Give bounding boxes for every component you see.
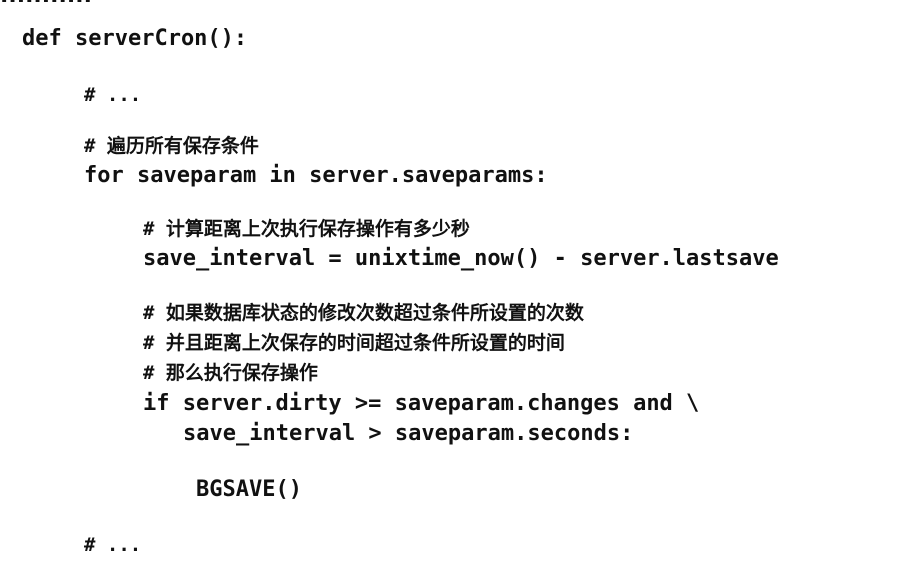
code-line-comment: # 遍历所有保存条件	[84, 135, 259, 157]
code-line-comment: # ...	[84, 534, 142, 556]
code-line-comment: # 计算距离上次执行保存操作有多少秒	[143, 218, 470, 240]
code-line-def: def serverCron():	[22, 26, 248, 51]
code-line-if: if server.dirty >= saveparam.changes and…	[143, 391, 700, 416]
code-line-comment: # 如果数据库状态的修改次数超过条件所设置的次数	[143, 302, 584, 324]
code-line-comment: # 那么执行保存操作	[143, 362, 318, 384]
code-line-call: BGSAVE()	[196, 477, 302, 502]
cut-off-heading: ...........	[0, 0, 914, 5]
document-page: ........... def serverCron(): # ... # 遍历…	[0, 0, 914, 568]
code-line-condition: save_interval > saveparam.seconds:	[183, 421, 634, 446]
code-line-comment: # 并且距离上次保存的时间超过条件所设置的时间	[143, 332, 565, 354]
code-line-for: for saveparam in server.saveparams:	[84, 163, 548, 188]
code-line-assign: save_interval = unixtime_now() - server.…	[143, 246, 779, 271]
code-line-comment: # ...	[84, 84, 142, 106]
